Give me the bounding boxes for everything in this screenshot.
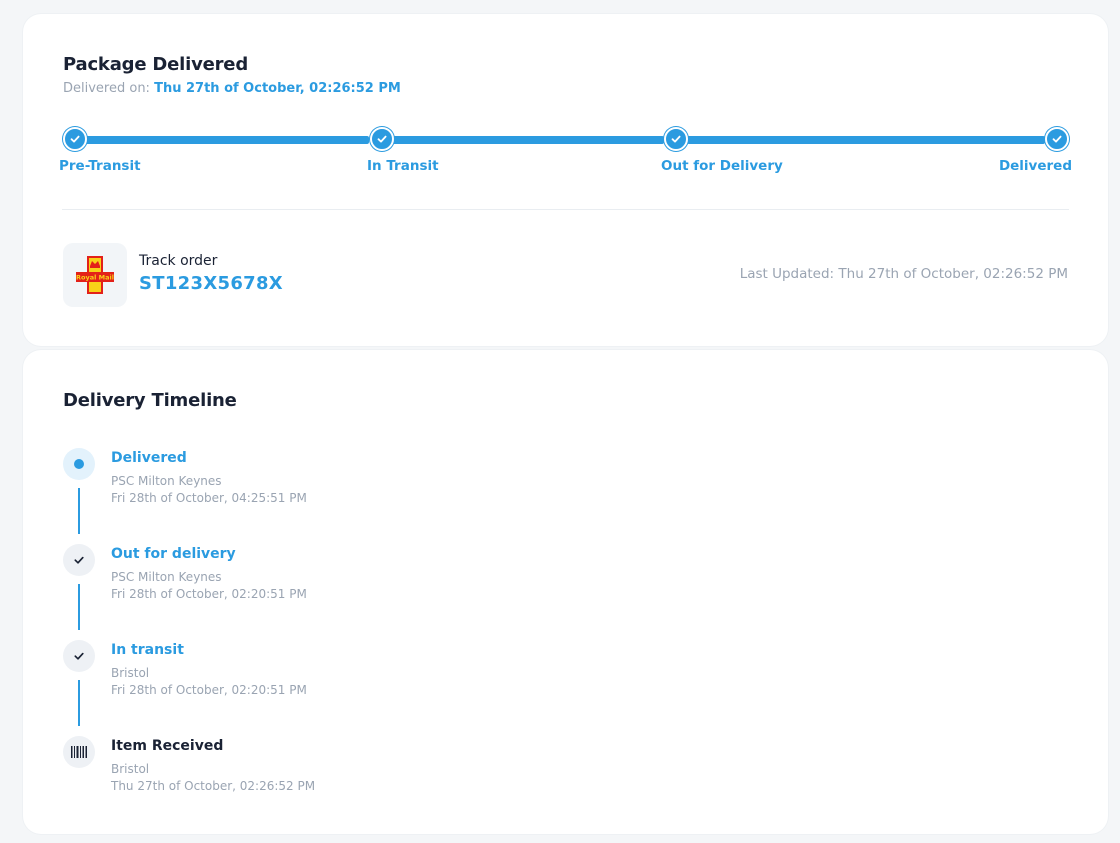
step-label-delivered: Delivered	[998, 158, 1072, 174]
event-title: Out for delivery	[111, 546, 236, 562]
current-dot-icon	[63, 448, 95, 480]
event-location: Bristol	[111, 762, 150, 776]
event-location: PSC Milton Keynes	[111, 474, 222, 488]
step-label-pre-transit: Pre-Transit	[59, 158, 141, 174]
timeline-connector	[78, 680, 80, 726]
delivered-on-date: Thu 27th of October, 02:26:52 PM	[154, 81, 401, 96]
event-time: Fri 28th of October, 04:25:51 PM	[111, 491, 307, 505]
event-location: Bristol	[111, 666, 150, 680]
event-location: PSC Milton Keynes	[111, 570, 222, 584]
check-icon	[63, 544, 95, 576]
event-title: Item Received	[111, 738, 224, 754]
delivery-timeline-card: Delivery Timeline Delivered PSC Milton K…	[23, 350, 1108, 834]
event-time: Fri 28th of October, 02:20:51 PM	[111, 683, 307, 697]
step-in-transit-check-icon	[370, 127, 394, 151]
timeline-connector	[78, 584, 80, 630]
barcode-icon	[63, 736, 95, 768]
step-label-out-for-delivery: Out for Delivery	[661, 158, 783, 174]
carrier-logo: Royal Mail	[63, 243, 127, 307]
royal-mail-logo-icon: Royal Mail	[76, 256, 114, 294]
divider	[62, 209, 1069, 210]
check-icon	[63, 640, 95, 672]
event-time: Thu 27th of October, 02:26:52 PM	[111, 779, 316, 793]
progress-segment	[687, 136, 1045, 144]
delivered-on-label: Delivered on:	[63, 81, 150, 96]
svg-text:Royal Mail: Royal Mail	[76, 274, 114, 282]
track-order-label: Track order	[139, 253, 218, 269]
timeline-connector	[78, 488, 80, 534]
page-title: Package Delivered	[63, 54, 249, 75]
event-title: Delivered	[111, 450, 187, 466]
progress-segment	[85, 136, 369, 144]
step-label-in-transit: In Transit	[367, 158, 439, 174]
step-pre-transit-check-icon	[63, 127, 87, 151]
event-title: In transit	[111, 642, 184, 658]
step-out-for-delivery-check-icon	[664, 127, 688, 151]
delivered-on-text: Delivered on: Thu 27th of October, 02:26…	[63, 81, 401, 96]
last-updated-text: Last Updated: Thu 27th of October, 02:26…	[739, 266, 1068, 282]
progress-segment	[392, 136, 664, 144]
package-summary-card: Package Delivered Delivered on: Thu 27th…	[23, 14, 1108, 346]
tracking-number[interactable]: ST123X5678X	[139, 273, 283, 294]
timeline-title: Delivery Timeline	[63, 390, 237, 411]
event-time: Fri 28th of October, 02:20:51 PM	[111, 587, 307, 601]
step-delivered-check-icon	[1045, 127, 1069, 151]
